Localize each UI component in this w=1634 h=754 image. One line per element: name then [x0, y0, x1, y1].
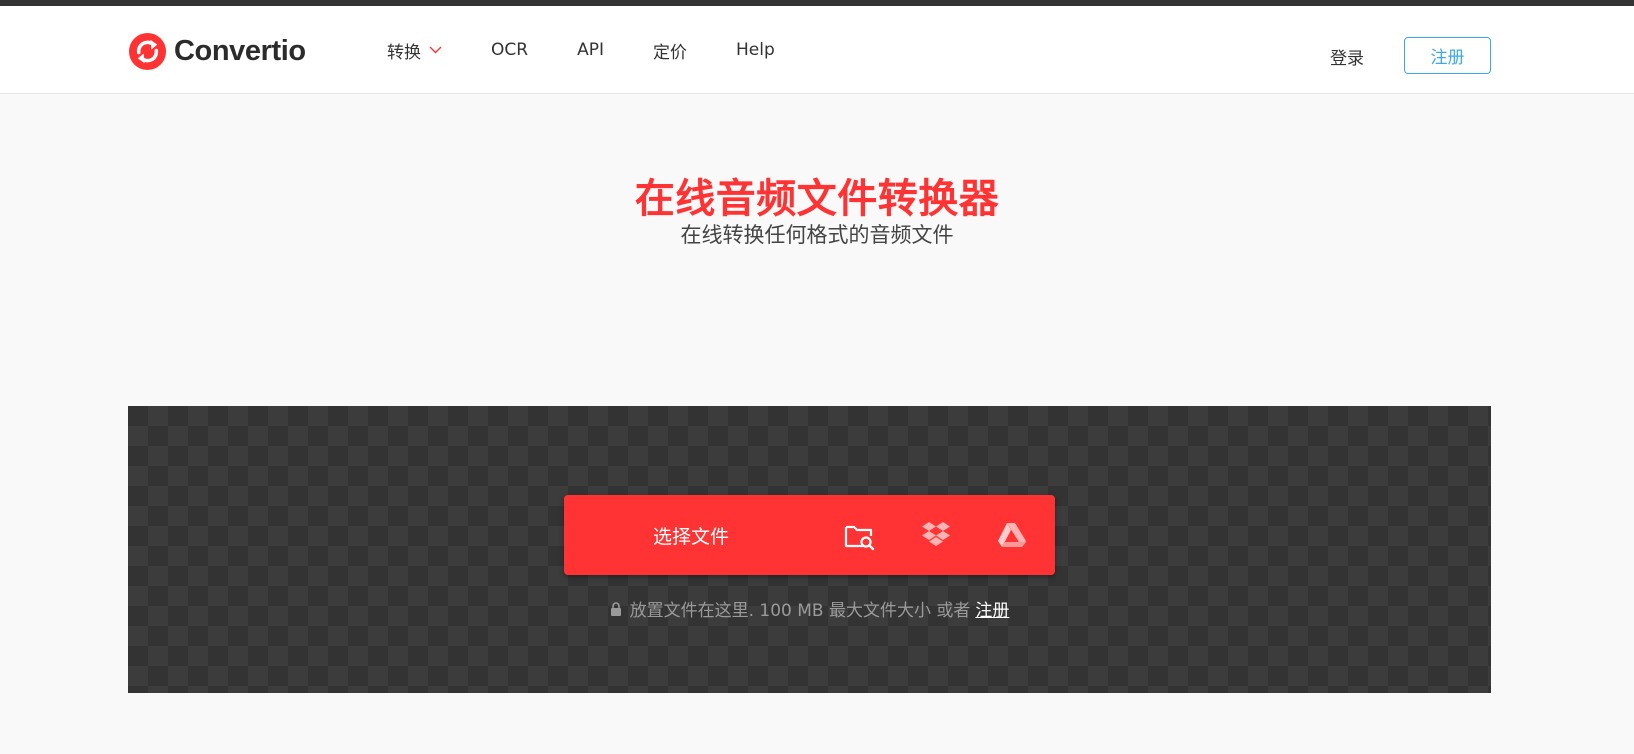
drop-note: 放置文件在这里. 100 MB 最大文件大小 或者 注册: [128, 596, 1491, 621]
nav-item-label: 转换: [387, 42, 421, 63]
drop-note-signup-link[interactable]: 注册: [975, 596, 1009, 621]
main-nav: 转换 OCR API 定价 Help: [387, 6, 824, 94]
login-link[interactable]: 登录: [1330, 44, 1364, 69]
nav-item-label: API: [577, 40, 604, 60]
logo[interactable]: Convertio: [128, 32, 306, 71]
folder-search-icon: [844, 525, 875, 551]
page-subtitle: 在线转换任何格式的音频文件: [680, 223, 954, 247]
page-title: 在线音频文件转换器: [634, 176, 1000, 222]
dropbox-icon[interactable]: [916, 515, 956, 555]
google-drive-logo-icon: [998, 523, 1026, 547]
file-drop-zone[interactable]: 选择文件 放置文件在这里. 100 MB 最大文件大小 或者 注册: [128, 406, 1491, 693]
nav-item-api[interactable]: API: [577, 40, 604, 60]
nav-item-pricing[interactable]: 定价: [653, 38, 687, 63]
nav-item-ocr[interactable]: OCR: [491, 40, 528, 60]
nav-item-label: Help: [735, 40, 775, 60]
nav-item-convert[interactable]: 转换: [387, 38, 442, 63]
nav-item-help[interactable]: Help: [736, 40, 775, 60]
nav-item-label: 定价: [652, 42, 687, 63]
dropbox-logo-icon: [922, 522, 950, 546]
chevron-down-icon: [429, 46, 442, 54]
signup-button[interactable]: 注册: [1404, 37, 1491, 74]
local-folder-search-icon[interactable]: [839, 515, 879, 555]
choose-files-button[interactable]: 选择文件: [564, 495, 818, 575]
upload-button-group: 选择文件: [564, 495, 1055, 575]
lock-icon: [610, 601, 621, 616]
drop-note-text: 放置文件在这里. 100 MB 最大文件大小 或者: [629, 601, 971, 621]
site-header: Convertio 转换 OCR API 定价 Help 登录 注册: [0, 6, 1634, 94]
google-drive-icon[interactable]: [992, 515, 1032, 555]
nav-item-label: OCR: [491, 40, 529, 60]
logo-text: Convertio: [174, 35, 306, 67]
convertio-logo-icon: [128, 32, 167, 71]
